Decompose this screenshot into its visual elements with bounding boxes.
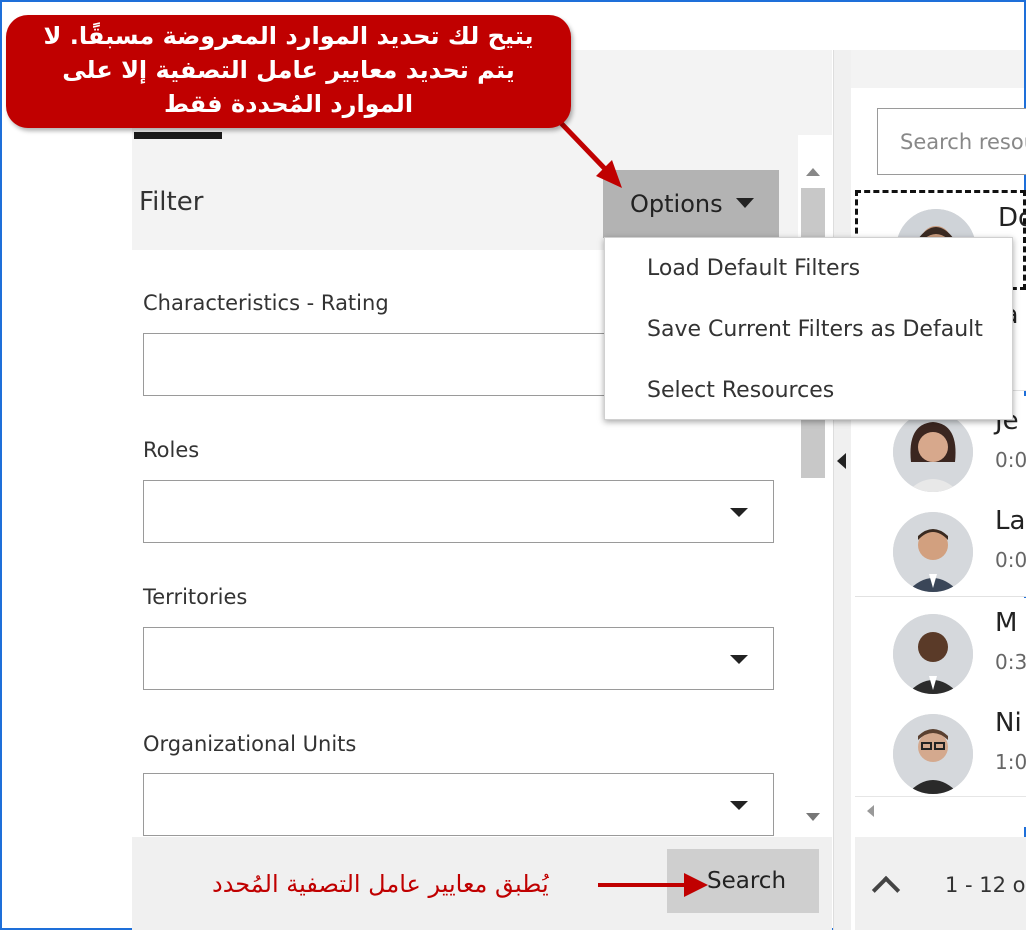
scroll-left-icon[interactable] — [867, 805, 874, 817]
resource-name: La — [995, 506, 1026, 536]
search-annotation: يُطبق معايير عامل التصفية المُحدد — [212, 870, 549, 898]
options-menu: Load Default Filters Save Current Filter… — [604, 237, 1013, 420]
filter-title: Filter — [139, 187, 204, 217]
resource-time: 0:0 — [995, 548, 1026, 572]
resource-row[interactable]: M 0:3 — [855, 598, 1026, 699]
resource-time: 0:0 — [995, 448, 1026, 472]
resource-name: Do — [998, 203, 1026, 233]
scroll-up-icon[interactable] — [806, 168, 820, 176]
resource-row[interactable]: Ni 1:0 — [855, 698, 1026, 799]
chevron-down-icon — [730, 508, 748, 517]
resource-name: Ni — [995, 708, 1022, 738]
resource-horizontal-scrollbar[interactable] — [855, 796, 1026, 827]
annotation-arrow-head — [684, 873, 708, 897]
characteristics-rating-label: Characteristics - Rating — [143, 291, 389, 315]
avatar — [893, 714, 973, 794]
resource-top-bar — [851, 50, 1024, 88]
options-button[interactable]: Options — [603, 170, 779, 238]
resource-row[interactable]: La 0:0 — [855, 496, 1026, 597]
resource-time: 0:3 — [995, 650, 1026, 674]
avatar — [893, 512, 973, 592]
chevron-down-icon — [730, 655, 748, 664]
chevron-down-icon — [736, 198, 754, 208]
scroll-down-icon[interactable] — [806, 813, 820, 821]
options-callout-text: يتيح لك تحديد الموارد المعروضة مسبقًا. ل… — [43, 22, 534, 118]
avatar — [893, 412, 973, 492]
organizational-units-dropdown[interactable] — [143, 773, 774, 836]
roles-dropdown[interactable] — [143, 480, 774, 543]
avatar — [893, 614, 973, 694]
territories-label: Territories — [143, 585, 248, 609]
panel-splitter[interactable] — [833, 50, 852, 930]
roles-label: Roles — [143, 438, 200, 462]
territories-dropdown[interactable] — [143, 627, 774, 690]
chevron-down-icon — [730, 801, 748, 810]
organizational-units-label: Organizational Units — [143, 732, 357, 756]
menu-item-select-resources[interactable]: Select Resources — [647, 378, 834, 403]
annotation-arrow — [598, 883, 690, 887]
options-label: Options — [630, 190, 723, 218]
collapse-left-icon[interactable] — [837, 453, 846, 469]
menu-item-save-current-filters[interactable]: Save Current Filters as Default — [647, 317, 983, 342]
resource-search-input[interactable]: Search resou — [877, 108, 1026, 175]
resource-name: M — [995, 608, 1018, 638]
resource-time: 1:0 — [995, 750, 1026, 774]
options-callout: يتيح لك تحديد الموارد المعروضة مسبقًا. ل… — [6, 15, 571, 128]
active-tab-indicator — [134, 132, 222, 139]
pager-text: 1 - 12 of — [945, 873, 1026, 897]
menu-item-load-default-filters[interactable]: Load Default Filters — [647, 256, 860, 281]
